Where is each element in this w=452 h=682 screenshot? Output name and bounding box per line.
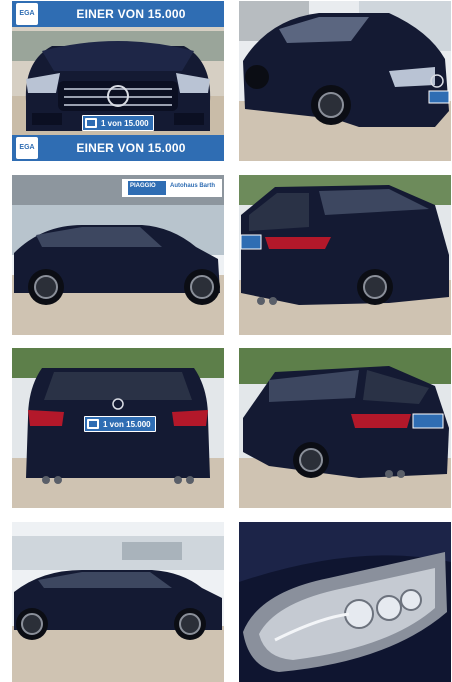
plate-text: 1 von 15.000 [103,419,151,429]
promo-banner-text: EINER VON 15.000 [76,7,186,21]
gallery-image-side[interactable]: PIAGGIO Autohaus Barth [12,175,224,335]
photo-gallery: EGA EINER VON 15.000 1 von 15.000 EGA EI… [0,0,452,682]
dealer-sign-name: Autohaus Barth [170,183,215,189]
car-rear-three-quarter-photo [239,175,451,335]
plate-logo-icon [87,419,99,429]
headlight-closeup-photo [239,522,451,682]
car-side-wide-photo [12,522,224,682]
ega-logo: EGA [16,3,38,25]
car-rear-three-quarter-right-photo [239,348,451,508]
gallery-image-rear[interactable]: 1 von 15.000 [12,348,224,508]
plate-logo-icon [85,118,97,128]
promo-banner-text: EINER VON 15.000 [76,141,186,155]
license-plate: 1 von 15.000 [84,416,156,432]
gallery-image-side-wide[interactable] [12,522,224,682]
license-plate: 1 von 15.000 [82,115,154,131]
car-side-photo [12,175,224,335]
car-front-three-quarter-photo [239,1,451,161]
ega-logo: EGA [16,137,38,159]
gallery-image-rear-three-quarter-left[interactable] [239,175,451,335]
gallery-image-front-three-quarter[interactable] [239,1,451,161]
gallery-image-headlight[interactable] [239,522,451,682]
gallery-image-rear-three-quarter-right[interactable] [239,348,451,508]
promo-banner-bottom: EGA EINER VON 15.000 [12,135,224,161]
gallery-image-front[interactable]: EGA EINER VON 15.000 1 von 15.000 EGA EI… [12,1,224,161]
plate-text: 1 von 15.000 [101,118,149,128]
promo-banner-top: EGA EINER VON 15.000 [12,1,224,27]
dealer-sign-text: PIAGGIO [130,183,156,189]
